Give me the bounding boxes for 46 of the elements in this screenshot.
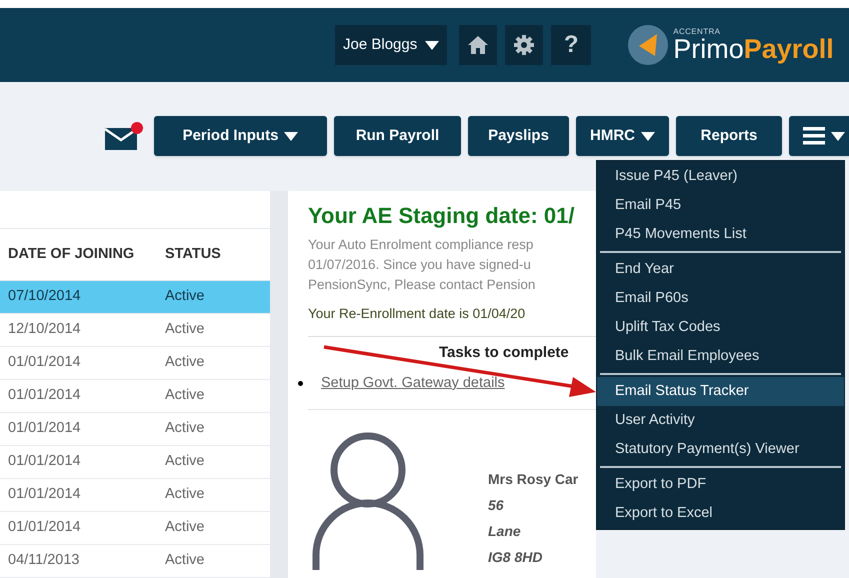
nav-button[interactable]: Run Payroll bbox=[334, 116, 461, 156]
menu-item[interactable]: Export to PDF bbox=[597, 470, 844, 499]
menu-item[interactable]: Uplift Tax Codes bbox=[597, 313, 844, 342]
address-line: 56 bbox=[488, 496, 505, 514]
menu-item[interactable]: Issue P45 (Leaver) bbox=[597, 162, 844, 191]
menu-item[interactable]: Email Status Tracker bbox=[597, 377, 844, 406]
description-line: 01/07/2016. Since you have signed-u bbox=[308, 256, 532, 274]
home-button[interactable] bbox=[459, 25, 498, 65]
bullet-icon bbox=[298, 381, 303, 386]
caret-icon bbox=[425, 40, 440, 50]
column-header: DATE OF JOINING bbox=[7, 244, 136, 264]
user-menu-button[interactable]: Joe Bloggs bbox=[335, 25, 448, 65]
settings-button[interactable] bbox=[505, 25, 544, 65]
nav-button[interactable]: Reports bbox=[676, 116, 782, 156]
home-icon bbox=[467, 35, 490, 55]
help-button[interactable]: ? bbox=[551, 25, 592, 65]
menu-item[interactable]: Email P45 bbox=[597, 191, 844, 220]
nav-button[interactable]: Payslips bbox=[468, 116, 569, 156]
settings-icon bbox=[513, 34, 536, 56]
menu-item[interactable]: P45 Movements List bbox=[597, 220, 844, 249]
description-line: Your Auto Enrolment compliance resp bbox=[308, 236, 534, 254]
menu-item[interactable]: Email P60s bbox=[597, 284, 844, 313]
address-line: IG8 8HD bbox=[488, 548, 544, 566]
menu-item[interactable]: Export to Excel bbox=[597, 499, 844, 528]
logo-text: Primo bbox=[673, 36, 744, 62]
task-link[interactable]: Setup Govt. Gateway details bbox=[321, 372, 505, 394]
ae-staging-title: Your AE Staging date: 01/ bbox=[308, 202, 576, 230]
employee-name: Mrs Rosy Car bbox=[488, 470, 578, 489]
menu-item[interactable]: Bulk Email Employees bbox=[597, 342, 844, 371]
logo-tagline: ACCENTRA bbox=[673, 28, 722, 36]
logo-icon bbox=[627, 24, 670, 66]
menu-icon bbox=[803, 127, 825, 145]
menu-item[interactable]: User Activity bbox=[597, 406, 844, 435]
mail-icon[interactable] bbox=[105, 121, 145, 151]
menu-item[interactable]: End Year bbox=[597, 255, 844, 284]
nav-button[interactable]: HMRC bbox=[576, 116, 669, 156]
tasks-heading: Tasks to complete bbox=[439, 343, 569, 364]
column-header: STATUS bbox=[165, 244, 222, 264]
nav-button[interactable]: Period Inputs bbox=[154, 116, 327, 156]
menu-button[interactable] bbox=[789, 116, 849, 156]
logo-accent-text: Payroll bbox=[744, 36, 834, 62]
table-row[interactable]: 07/10/2014 Active bbox=[0, 281, 270, 314]
re-enrollment-date: Your Re-Enrollment date is 01/04/20 bbox=[308, 305, 526, 323]
description-line: PensionSync, Please contact Pension bbox=[308, 276, 536, 294]
address-line: Lane bbox=[488, 522, 522, 540]
menu-item[interactable]: Statutory Payment(s) Viewer bbox=[597, 435, 844, 464]
